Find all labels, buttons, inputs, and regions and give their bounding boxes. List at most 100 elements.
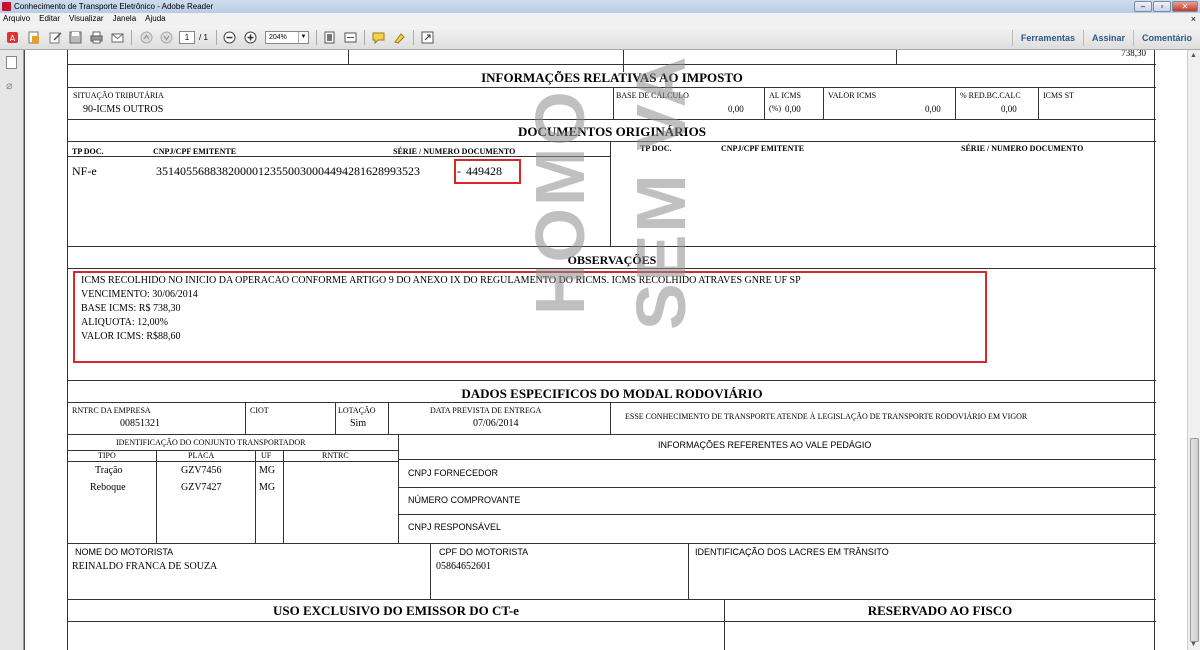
cnpj-fornecedor-label: CNPJ FORNECEDOR	[408, 468, 499, 478]
toolbar: A 1 / 1 204% ▼ Ferramentas Assinar Coment…	[0, 25, 1200, 50]
valor-icms-label: VALOR ICMS	[828, 91, 877, 100]
menu-editar[interactable]: Editar	[39, 13, 60, 25]
open-icon[interactable]	[26, 30, 41, 45]
base-value: 0,00	[728, 104, 744, 114]
motorista-label: NOME DO MOTORISTA	[75, 547, 174, 557]
tools-link[interactable]: Ferramentas	[1011, 30, 1083, 46]
red-bc-value: 0,00	[1001, 104, 1017, 114]
vehicle-tipo: Tração	[95, 465, 123, 476]
data-entrega-label: DATA PREVISTA DE ENTREGA	[430, 406, 542, 415]
observacoes-title: OBSERVAÇÕES	[567, 253, 657, 267]
vehicle-uf: MG	[259, 465, 276, 476]
sign-link[interactable]: Assinar	[1082, 30, 1133, 46]
attachments-panel-icon[interactable]: ⌀	[6, 80, 18, 92]
save-icon[interactable]	[68, 30, 83, 45]
svg-text:A: A	[10, 34, 16, 43]
cpf-motorista-value: 05864652601	[436, 561, 491, 572]
lotacao-value: Sim	[350, 418, 367, 429]
modal-title: DADOS ESPECIFICOS DO MODAL RODOVIÁRIO	[461, 386, 763, 401]
originarios-h-cnpj: CNPJ/CPF EMITENTE	[153, 147, 237, 156]
h-placa: PLACA	[188, 451, 215, 460]
top-value: 738,30	[1121, 50, 1146, 58]
minimize-icon[interactable]: –	[1134, 1, 1152, 12]
close-icon[interactable]: ✕	[1172, 1, 1198, 12]
highlight-box-document-number	[454, 159, 521, 184]
zoom-out-icon[interactable]	[222, 30, 237, 45]
originarios-h-serie: SÉRIE / NUMERO DOCUMENTO	[393, 147, 516, 156]
fit-page-icon[interactable]	[322, 30, 337, 45]
conjunto-title: IDENTIFICAÇÃO DO CONJUNTO TRANSPORTADOR	[116, 438, 306, 447]
numero-comprovante-label: NÚMERO COMPROVANTE	[408, 495, 521, 505]
originarios-h-tp: TP DOC.	[72, 147, 104, 156]
situacao-label: SITUAÇÃO TRIBUTÁRIA	[73, 91, 164, 100]
red-bc-label: % RED.BC.CALC	[960, 91, 1021, 100]
cte-document: 738,30 INFORMAÇÕES RELATIVAS AO IMPOSTO …	[67, 50, 1156, 650]
data-entrega-value: 07/06/2014	[473, 418, 519, 429]
watermark-homologacao: HOMO	[521, 89, 599, 315]
zoom-select[interactable]: 204% ▼	[265, 31, 309, 44]
vehicle-uf: MG	[259, 482, 276, 493]
close-document-icon[interactable]: ×	[1191, 13, 1196, 25]
create-pdf-icon[interactable]: A	[5, 30, 20, 45]
imposto-title: INFORMAÇÕES RELATIVAS AO IMPOSTO	[481, 70, 743, 85]
edit-icon[interactable]	[48, 30, 63, 45]
previous-page-icon[interactable]	[139, 30, 154, 45]
fit-width-icon[interactable]	[343, 30, 358, 45]
menu-arquivo[interactable]: Arquivo	[3, 13, 30, 25]
adobe-reader-icon	[2, 2, 11, 11]
vale-pedagio-title: INFORMAÇÕES REFERENTES AO VALE PEDÁGIO	[658, 440, 872, 450]
h-uf: UF	[261, 451, 272, 460]
maximize-icon[interactable]: ▫	[1153, 1, 1171, 12]
zoom-in-icon[interactable]	[243, 30, 258, 45]
menu-ajuda[interactable]: Ajuda	[145, 13, 165, 25]
originarios-row-key: 3514055688382000012355003000449428162899…	[156, 164, 420, 178]
uso-exclusivo-title: USO EXCLUSIVO DO EMISSOR DO CT-e	[273, 603, 519, 618]
cpf-motorista-label: CPF DO MOTORISTA	[439, 547, 529, 557]
comment-link[interactable]: Comentário	[1132, 30, 1200, 46]
vehicle-placa: GZV7427	[181, 482, 222, 493]
reservado-fisco-title: RESERVADO AO FISCO	[867, 603, 1013, 618]
h-rntrc: RNTRC	[322, 451, 349, 460]
next-page-icon[interactable]	[159, 30, 174, 45]
cnpj-responsavel-label: CNPJ RESPONSÁVEL	[408, 522, 502, 532]
scrollbar-thumb[interactable]	[1190, 438, 1199, 642]
menu-janela[interactable]: Janela	[113, 13, 137, 25]
chevron-down-icon[interactable]: ▼	[298, 32, 308, 43]
aliquota-value: 0,00	[785, 104, 801, 114]
lotacao-label: LOTAÇÃO	[338, 406, 376, 415]
toolbar-right-links: Ferramentas Assinar Comentário	[1011, 30, 1200, 46]
vehicle-tipo: Reboque	[90, 482, 126, 493]
motorista-value: REINALDO FRANCA DE SOUZA	[72, 561, 218, 572]
email-icon[interactable]	[110, 30, 125, 45]
window-title: Conhecimento de Transporte Eletrônico - …	[14, 2, 214, 11]
scroll-down-icon[interactable]: ▼	[1190, 641, 1197, 648]
window-controls: – ▫ ✕	[1134, 1, 1198, 12]
rntrc-label: RNTRC DA EMPRESA	[72, 406, 151, 415]
scroll-up-icon[interactable]: ▲	[1190, 52, 1197, 59]
originarios-row-tp: NF-e	[72, 164, 97, 178]
expand-icon[interactable]	[420, 30, 435, 45]
comment-icon[interactable]	[371, 30, 386, 45]
watermark-sem-valor: SEM VA	[622, 54, 700, 330]
menu-visualizar[interactable]: Visualizar	[69, 13, 104, 25]
aliquota-label: AL ICMS	[769, 91, 801, 100]
legal-text: ESSE CONHECIMENTO DE TRANSPORTE ATENDE À…	[625, 412, 1028, 421]
h-tipo: TIPO	[98, 451, 116, 460]
vertical-scrollbar[interactable]: ▲ ▼	[1187, 50, 1200, 650]
highlight-icon[interactable]	[392, 30, 407, 45]
page-number-input[interactable]: 1	[179, 31, 195, 44]
page-total: / 1	[199, 33, 208, 42]
situacao-value: 90-ICMS OUTROS	[83, 104, 164, 115]
window-title-bar: Conhecimento de Transporte Eletrônico - …	[0, 0, 1200, 13]
originarios-title: DOCUMENTOS ORIGINÁRIOS	[518, 124, 706, 139]
vehicle-placa: GZV7456	[181, 465, 222, 476]
rntrc-value: 00851321	[120, 418, 160, 429]
ciot-label: CIOT	[250, 406, 269, 415]
valor-icms-value: 0,00	[925, 104, 941, 114]
print-icon[interactable]	[89, 30, 104, 45]
pages-panel-icon[interactable]	[6, 56, 17, 69]
icms-st-label: ICMS ST	[1043, 91, 1074, 100]
zoom-value: 204%	[269, 34, 287, 41]
navigation-pane: ⌀	[0, 50, 24, 650]
originarios-h-serie-2: SÉRIE / NUMERO DOCUMENTO	[961, 144, 1084, 153]
